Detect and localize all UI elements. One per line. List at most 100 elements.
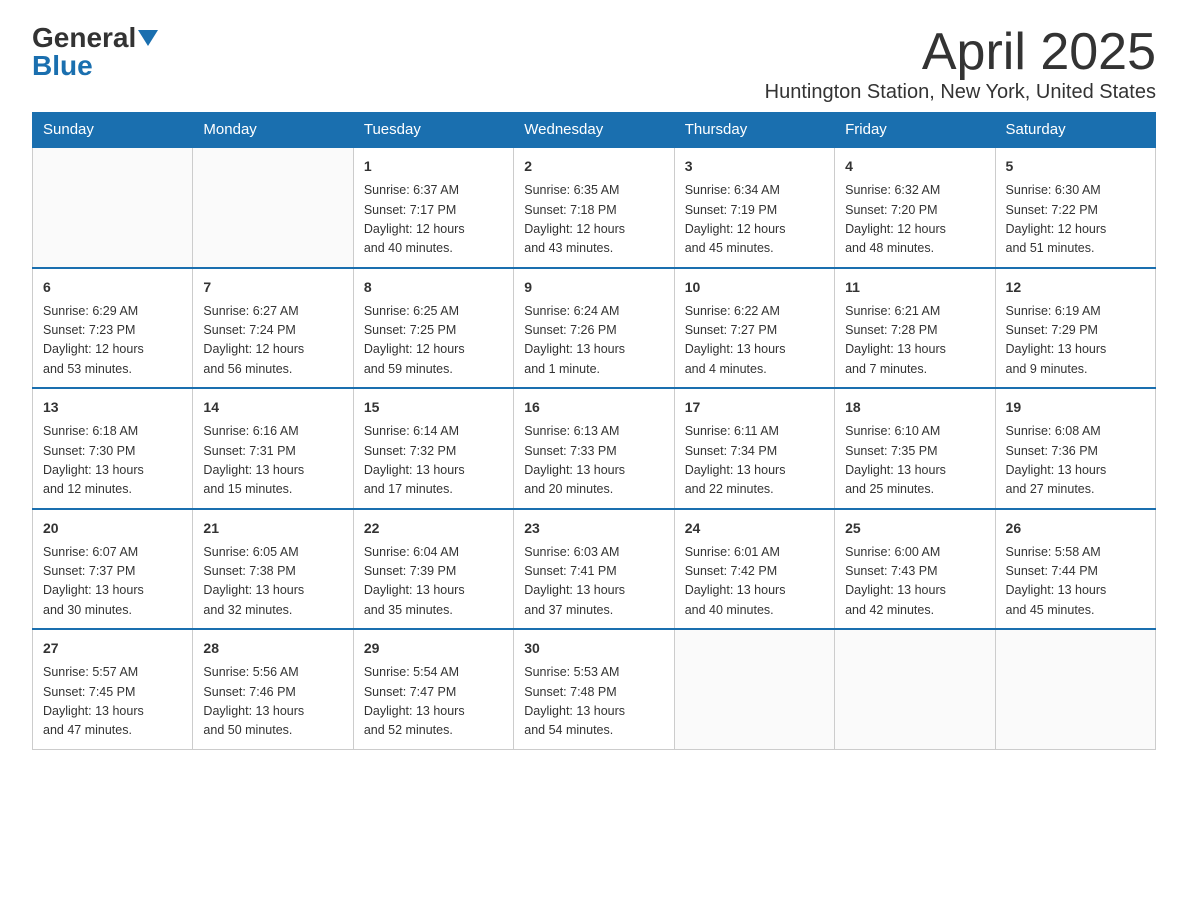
day-info: Sunrise: 6:07 AM Sunset: 7:37 PM Dayligh… xyxy=(43,543,182,621)
calendar-cell: 24 Sunrise: 6:01 AM Sunset: 7:42 PM Dayli… xyxy=(674,509,834,630)
day-info: Sunrise: 5:56 AM Sunset: 7:46 PM Dayligh… xyxy=(203,663,342,741)
calendar-cell: 22 Sunrise: 6:04 AM Sunset: 7:39 PM Dayli… xyxy=(353,509,513,630)
day-of-week-header: Thursday xyxy=(674,113,834,148)
day-of-week-header: Friday xyxy=(835,113,995,148)
day-of-week-header: Sunday xyxy=(33,113,193,148)
calendar-cell: 12Sunrise: 6:19 AM Sunset: 7:29 PM Dayli… xyxy=(995,268,1155,389)
calendar-cell xyxy=(674,629,834,749)
calendar-cell: 17 Sunrise: 6:11 AM Sunset: 7:34 PM Dayli… xyxy=(674,388,834,509)
day-info: Sunrise: 6:18 AM Sunset: 7:30 PM Dayligh… xyxy=(43,422,182,500)
calendar-cell: 5 Sunrise: 6:30 AM Sunset: 7:22 PM Daylig… xyxy=(995,147,1155,268)
calendar-cell: 30Sunrise: 5:53 AM Sunset: 7:48 PM Dayli… xyxy=(514,629,674,749)
day-number: 24 xyxy=(685,518,824,539)
calendar-header-row: SundayMondayTuesdayWednesdayThursdayFrid… xyxy=(33,113,1156,148)
day-info: Sunrise: 6:21 AM Sunset: 7:28 PM Dayligh… xyxy=(845,302,984,380)
calendar-week-row: 27 Sunrise: 5:57 AM Sunset: 7:45 PM Dayli… xyxy=(33,629,1156,749)
day-info: Sunrise: 6:37 AM Sunset: 7:17 PM Dayligh… xyxy=(364,181,503,259)
calendar-week-row: 1 Sunrise: 6:37 AM Sunset: 7:17 PM Daylig… xyxy=(33,147,1156,268)
calendar-week-row: 6 Sunrise: 6:29 AM Sunset: 7:23 PM Daylig… xyxy=(33,268,1156,389)
day-number: 11 xyxy=(845,277,984,298)
day-info: Sunrise: 6:29 AM Sunset: 7:23 PM Dayligh… xyxy=(43,302,182,380)
day-info: Sunrise: 6:04 AM Sunset: 7:39 PM Dayligh… xyxy=(364,543,503,621)
day-info: Sunrise: 6:30 AM Sunset: 7:22 PM Dayligh… xyxy=(1006,181,1145,259)
calendar-cell: 18 Sunrise: 6:10 AM Sunset: 7:35 PM Dayli… xyxy=(835,388,995,509)
day-number: 8 xyxy=(364,277,503,298)
day-of-week-header: Monday xyxy=(193,113,353,148)
day-info: Sunrise: 6:14 AM Sunset: 7:32 PM Dayligh… xyxy=(364,422,503,500)
calendar-cell: 16 Sunrise: 6:13 AM Sunset: 7:33 PM Dayli… xyxy=(514,388,674,509)
logo: General Blue xyxy=(32,24,158,80)
calendar-cell: 25 Sunrise: 6:00 AM Sunset: 7:43 PM Dayli… xyxy=(835,509,995,630)
day-info: Sunrise: 6:00 AM Sunset: 7:43 PM Dayligh… xyxy=(845,543,984,621)
calendar-cell: 19 Sunrise: 6:08 AM Sunset: 7:36 PM Dayli… xyxy=(995,388,1155,509)
day-info: Sunrise: 6:10 AM Sunset: 7:35 PM Dayligh… xyxy=(845,422,984,500)
day-number: 25 xyxy=(845,518,984,539)
logo-blue: Blue xyxy=(32,50,93,81)
calendar-cell: 27 Sunrise: 5:57 AM Sunset: 7:45 PM Dayli… xyxy=(33,629,193,749)
calendar-week-row: 13Sunrise: 6:18 AM Sunset: 7:30 PM Dayli… xyxy=(33,388,1156,509)
day-info: Sunrise: 6:19 AM Sunset: 7:29 PM Dayligh… xyxy=(1006,302,1145,380)
day-number: 28 xyxy=(203,638,342,659)
title-section: April 2025 Huntington Station, New York,… xyxy=(765,24,1156,104)
day-info: Sunrise: 6:25 AM Sunset: 7:25 PM Dayligh… xyxy=(364,302,503,380)
day-info: Sunrise: 6:05 AM Sunset: 7:38 PM Dayligh… xyxy=(203,543,342,621)
calendar-cell xyxy=(33,147,193,268)
day-number: 22 xyxy=(364,518,503,539)
day-number: 15 xyxy=(364,397,503,418)
day-info: Sunrise: 6:13 AM Sunset: 7:33 PM Dayligh… xyxy=(524,422,663,500)
calendar-table: SundayMondayTuesdayWednesdayThursdayFrid… xyxy=(32,112,1156,750)
calendar-cell: 13Sunrise: 6:18 AM Sunset: 7:30 PM Dayli… xyxy=(33,388,193,509)
logo-general: General xyxy=(32,24,136,52)
day-info: Sunrise: 5:57 AM Sunset: 7:45 PM Dayligh… xyxy=(43,663,182,741)
day-number: 27 xyxy=(43,638,182,659)
calendar-cell: 15 Sunrise: 6:14 AM Sunset: 7:32 PM Dayli… xyxy=(353,388,513,509)
day-number: 9 xyxy=(524,277,663,298)
day-of-week-header: Saturday xyxy=(995,113,1155,148)
day-info: Sunrise: 6:22 AM Sunset: 7:27 PM Dayligh… xyxy=(685,302,824,380)
day-info: Sunrise: 5:54 AM Sunset: 7:47 PM Dayligh… xyxy=(364,663,503,741)
day-number: 1 xyxy=(364,156,503,177)
calendar-cell xyxy=(835,629,995,749)
day-number: 14 xyxy=(203,397,342,418)
calendar-cell: 9Sunrise: 6:24 AM Sunset: 7:26 PM Daylig… xyxy=(514,268,674,389)
day-info: Sunrise: 6:03 AM Sunset: 7:41 PM Dayligh… xyxy=(524,543,663,621)
day-number: 10 xyxy=(685,277,824,298)
day-info: Sunrise: 6:27 AM Sunset: 7:24 PM Dayligh… xyxy=(203,302,342,380)
calendar-cell xyxy=(995,629,1155,749)
day-number: 18 xyxy=(845,397,984,418)
calendar-cell: 7Sunrise: 6:27 AM Sunset: 7:24 PM Daylig… xyxy=(193,268,353,389)
day-info: Sunrise: 6:11 AM Sunset: 7:34 PM Dayligh… xyxy=(685,422,824,500)
calendar-cell: 20Sunrise: 6:07 AM Sunset: 7:37 PM Dayli… xyxy=(33,509,193,630)
day-info: Sunrise: 6:16 AM Sunset: 7:31 PM Dayligh… xyxy=(203,422,342,500)
calendar-cell: 26Sunrise: 5:58 AM Sunset: 7:44 PM Dayli… xyxy=(995,509,1155,630)
calendar-cell: 1 Sunrise: 6:37 AM Sunset: 7:17 PM Daylig… xyxy=(353,147,513,268)
day-number: 5 xyxy=(1006,156,1145,177)
day-number: 23 xyxy=(524,518,663,539)
day-number: 19 xyxy=(1006,397,1145,418)
day-info: Sunrise: 6:01 AM Sunset: 7:42 PM Dayligh… xyxy=(685,543,824,621)
calendar-cell: 2 Sunrise: 6:35 AM Sunset: 7:18 PM Daylig… xyxy=(514,147,674,268)
day-info: Sunrise: 6:35 AM Sunset: 7:18 PM Dayligh… xyxy=(524,181,663,259)
day-number: 30 xyxy=(524,638,663,659)
calendar-cell: 11 Sunrise: 6:21 AM Sunset: 7:28 PM Dayli… xyxy=(835,268,995,389)
day-number: 3 xyxy=(685,156,824,177)
calendar-week-row: 20Sunrise: 6:07 AM Sunset: 7:37 PM Dayli… xyxy=(33,509,1156,630)
calendar-cell: 10 Sunrise: 6:22 AM Sunset: 7:27 PM Dayli… xyxy=(674,268,834,389)
day-number: 17 xyxy=(685,397,824,418)
day-info: Sunrise: 6:08 AM Sunset: 7:36 PM Dayligh… xyxy=(1006,422,1145,500)
day-of-week-header: Wednesday xyxy=(514,113,674,148)
calendar-cell: 4Sunrise: 6:32 AM Sunset: 7:20 PM Daylig… xyxy=(835,147,995,268)
calendar-cell: 6 Sunrise: 6:29 AM Sunset: 7:23 PM Daylig… xyxy=(33,268,193,389)
day-info: Sunrise: 5:58 AM Sunset: 7:44 PM Dayligh… xyxy=(1006,543,1145,621)
day-number: 6 xyxy=(43,277,182,298)
calendar-cell: 8 Sunrise: 6:25 AM Sunset: 7:25 PM Daylig… xyxy=(353,268,513,389)
day-number: 21 xyxy=(203,518,342,539)
day-number: 16 xyxy=(524,397,663,418)
calendar-cell: 14 Sunrise: 6:16 AM Sunset: 7:31 PM Dayli… xyxy=(193,388,353,509)
calendar-cell: 23 Sunrise: 6:03 AM Sunset: 7:41 PM Dayli… xyxy=(514,509,674,630)
month-title: April 2025 xyxy=(765,24,1156,81)
day-number: 29 xyxy=(364,638,503,659)
day-number: 2 xyxy=(524,156,663,177)
page-header: General Blue April 2025 Huntington Stati… xyxy=(32,24,1156,104)
logo-triangle-icon xyxy=(138,30,158,46)
